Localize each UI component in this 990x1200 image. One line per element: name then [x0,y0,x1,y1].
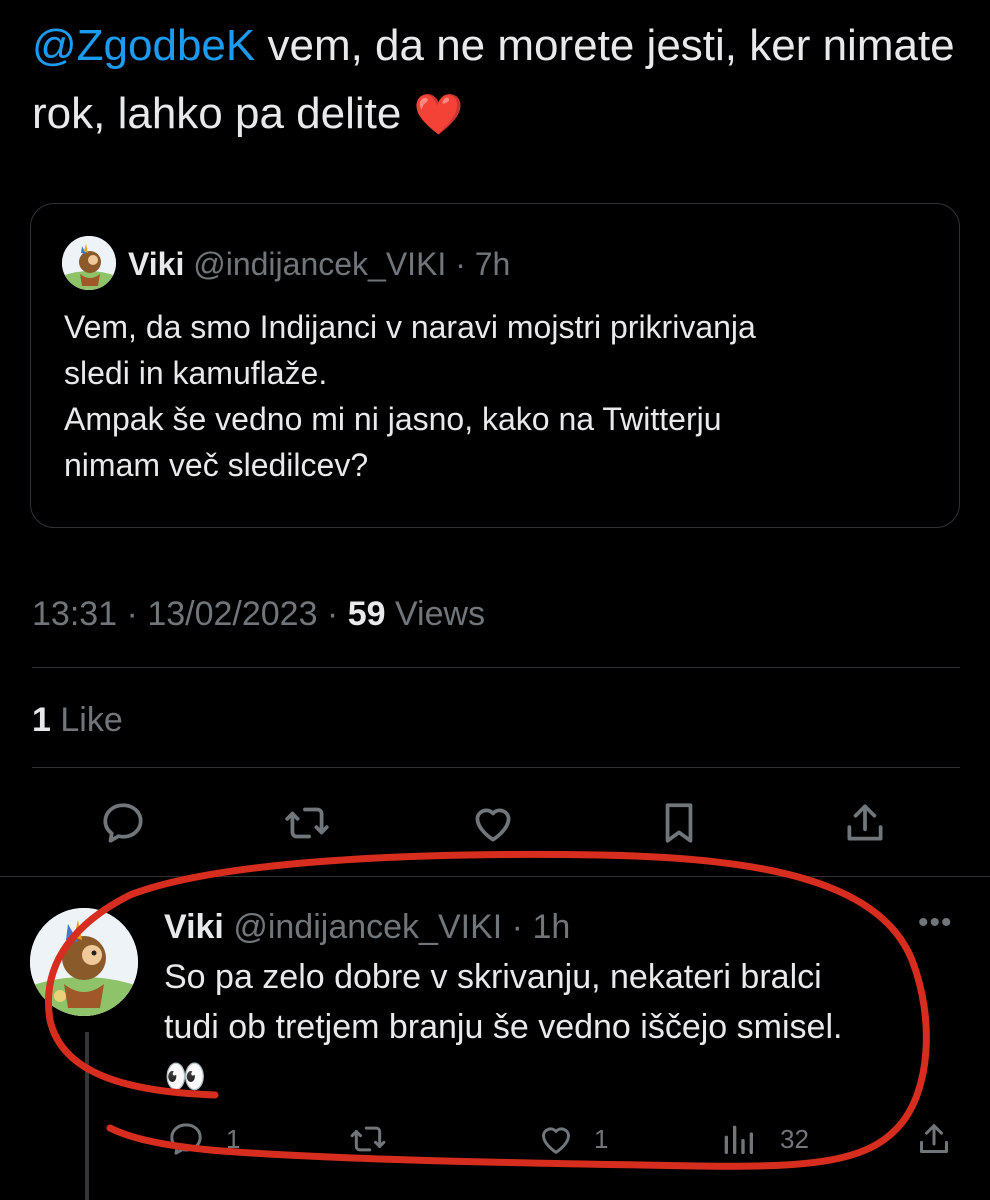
red-circle-annotation [45,850,930,1170]
